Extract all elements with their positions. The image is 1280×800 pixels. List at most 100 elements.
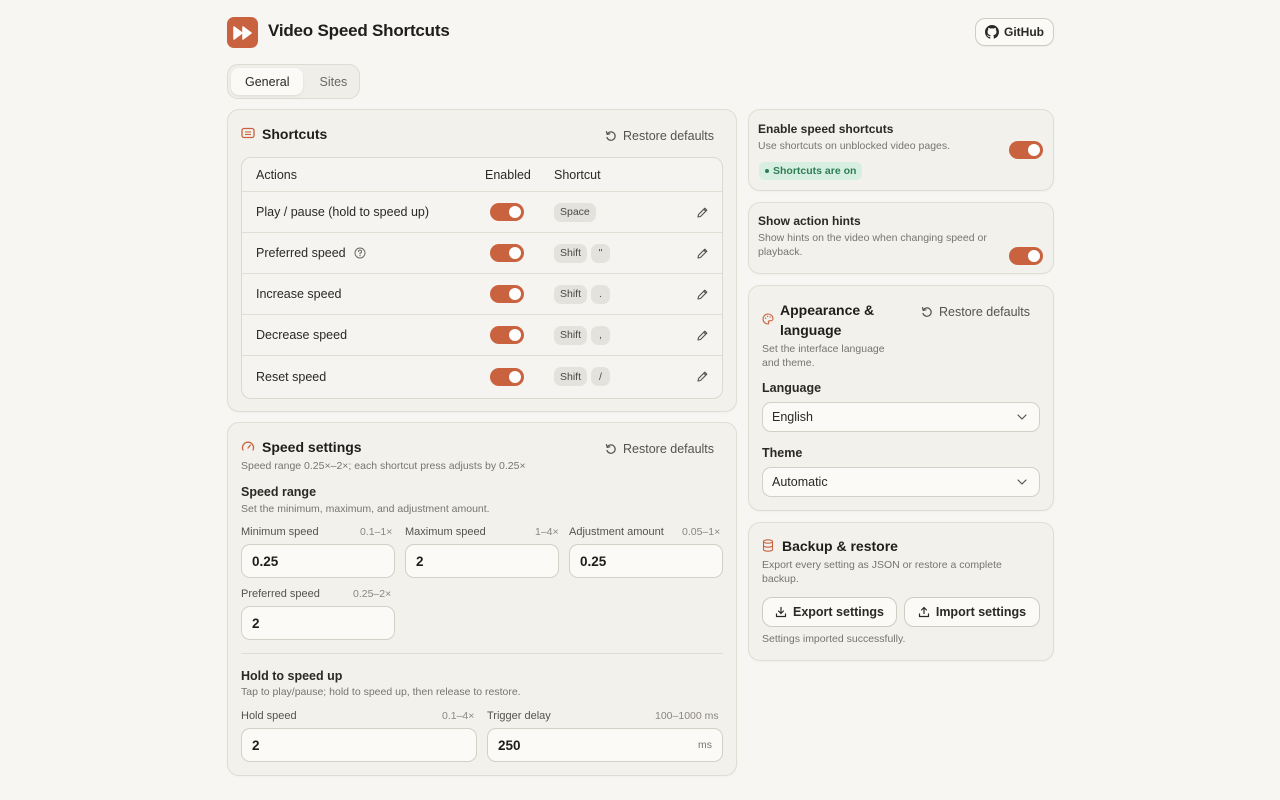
- restore-icon: [921, 307, 932, 317]
- chevron-down-icon: [1017, 479, 1027, 485]
- preferred-speed-input[interactable]: 2: [241, 606, 395, 640]
- trigger-delay-unit: ms: [698, 739, 712, 751]
- key-badge: ": [591, 243, 611, 263]
- minimum-speed-label: Minimum speed: [241, 526, 319, 538]
- shortcuts-status-badge: Shortcuts are on: [759, 162, 863, 180]
- hold-speed-hint: 0.1–4×: [442, 710, 475, 722]
- hold-description: Tap to play/pause; hold to speed up, the…: [241, 686, 521, 698]
- preferred-speed-label: Preferred speed: [241, 588, 320, 600]
- enabled-toggle[interactable]: [490, 285, 524, 303]
- adjustment-amount-label: Adjustment amount: [569, 526, 664, 538]
- trigger-delay-hint: 100–1000 ms: [655, 710, 719, 722]
- edit-pencil-icon[interactable]: [696, 329, 709, 342]
- trigger-delay-value: 250: [498, 737, 521, 753]
- trigger-delay-label: Trigger delay: [487, 710, 551, 722]
- maximum-speed-input[interactable]: 2: [405, 544, 559, 578]
- key-badge: Shift: [554, 325, 588, 345]
- tab-general[interactable]: General: [231, 68, 304, 95]
- enabled-toggle[interactable]: [490, 367, 524, 386]
- column-enabled: Enabled: [485, 167, 531, 182]
- backup-title: Backup & restore: [782, 538, 898, 554]
- appearance-restore-button[interactable]: Restore defaults: [921, 305, 1030, 319]
- key-badge: Space: [554, 202, 596, 222]
- import-label: Import settings: [935, 605, 1027, 619]
- gauge-icon: [241, 441, 255, 451]
- upload-icon: [918, 606, 929, 618]
- adjustment-amount-hint: 0.05–1×: [682, 526, 721, 538]
- speed-range-description: Set the minimum, maximum, and adjustment…: [241, 503, 490, 515]
- table-row: Preferred speed Shift ": [242, 233, 722, 274]
- language-select[interactable]: English: [762, 402, 1040, 432]
- download-icon: [775, 606, 787, 618]
- theme-select[interactable]: Automatic: [762, 467, 1040, 497]
- export-settings-button[interactable]: Export settings: [762, 597, 897, 627]
- key-badge: Shift: [554, 367, 588, 386]
- enable-shortcuts-title: Enable speed shortcuts: [758, 122, 894, 136]
- appearance-title: Appearance & language: [780, 302, 875, 338]
- github-button[interactable]: GitHub: [975, 18, 1054, 46]
- action-label: Play / pause (hold to speed up): [256, 205, 430, 219]
- enabled-toggle[interactable]: [490, 326, 524, 344]
- tab-sites[interactable]: Sites: [305, 68, 361, 95]
- edit-pencil-icon[interactable]: [696, 288, 709, 301]
- export-label: Export settings: [793, 605, 884, 619]
- speed-settings-title: Speed settings: [262, 439, 362, 455]
- status-dot: [765, 169, 769, 173]
- maximum-speed-hint: 1–4×: [535, 526, 559, 538]
- fast-forward-icon: [232, 25, 252, 40]
- theme-label: Theme: [762, 446, 803, 460]
- table-header: Actions Enabled Shortcut: [242, 158, 722, 192]
- key-badge: Shift: [554, 243, 588, 263]
- shortcuts-title: Shortcuts: [262, 126, 328, 142]
- key-badge: /: [591, 367, 611, 386]
- action-hints-description: Show hints on the video when changing sp…: [758, 232, 987, 258]
- appearance-description: Set the interface language and theme.: [762, 343, 885, 369]
- github-label: GitHub: [1004, 25, 1044, 39]
- table-row: Play / pause (hold to speed up) Space: [242, 192, 722, 233]
- key-badge: ,: [591, 325, 611, 345]
- edit-pencil-icon[interactable]: [696, 247, 709, 260]
- enable-shortcuts-description: Use shortcuts on unblocked video pages.: [758, 140, 951, 152]
- shortcuts-restore-button[interactable]: Restore defaults: [605, 129, 714, 143]
- status-text: Shortcuts are on: [773, 165, 857, 177]
- action-label: Increase speed: [256, 287, 342, 301]
- shortcuts-table: Actions Enabled Shortcut Play / pause (h…: [241, 157, 723, 399]
- restore-label: Restore defaults: [623, 442, 715, 456]
- restore-label: Restore defaults: [939, 305, 1031, 319]
- action-label: Preferred speed: [256, 246, 346, 260]
- action-hints-toggle[interactable]: [1009, 247, 1043, 265]
- column-actions: Actions: [256, 167, 297, 182]
- section-divider: [241, 653, 723, 654]
- action-label: Decrease speed: [256, 328, 348, 342]
- app-title: Video Speed Shortcuts: [268, 21, 450, 40]
- enable-shortcuts-toggle[interactable]: [1009, 141, 1043, 159]
- edit-pencil-icon[interactable]: [696, 206, 709, 219]
- table-row: Decrease speed Shift ,: [242, 315, 722, 356]
- minimum-speed-input[interactable]: 0.25: [241, 544, 395, 578]
- language-value: English: [772, 410, 813, 424]
- edit-pencil-icon[interactable]: [696, 370, 709, 383]
- adjustment-amount-input[interactable]: 0.25: [569, 544, 723, 578]
- help-circle-icon[interactable]: [354, 247, 366, 259]
- speed-restore-button[interactable]: Restore defaults: [605, 442, 714, 456]
- enabled-toggle[interactable]: [490, 244, 524, 262]
- restore-label: Restore defaults: [623, 129, 715, 143]
- maximum-speed-label: Maximum speed: [405, 526, 486, 538]
- action-hints-title: Show action hints: [758, 214, 861, 228]
- import-settings-button[interactable]: Import settings: [904, 597, 1040, 627]
- app-logo: [227, 17, 258, 48]
- restore-icon: [605, 444, 616, 454]
- key-badge: .: [591, 284, 611, 304]
- language-label: Language: [762, 381, 822, 395]
- hold-speed-input[interactable]: 2: [241, 728, 477, 762]
- keyboard-icon: [241, 127, 255, 139]
- backup-status: Settings imported successfully.: [762, 633, 906, 645]
- trigger-delay-input[interactable]: 250 ms: [487, 728, 723, 762]
- database-icon: [762, 539, 774, 552]
- enabled-toggle[interactable]: [490, 203, 524, 221]
- chevron-down-icon: [1017, 414, 1027, 420]
- table-row: Reset speed Shift /: [242, 356, 722, 397]
- minimum-speed-hint: 0.1–1×: [360, 526, 393, 538]
- backup-description: Export every setting as JSON or restore …: [762, 559, 1002, 585]
- speed-settings-subtitle: Speed range 0.25×–2×; each shortcut pres…: [241, 460, 526, 472]
